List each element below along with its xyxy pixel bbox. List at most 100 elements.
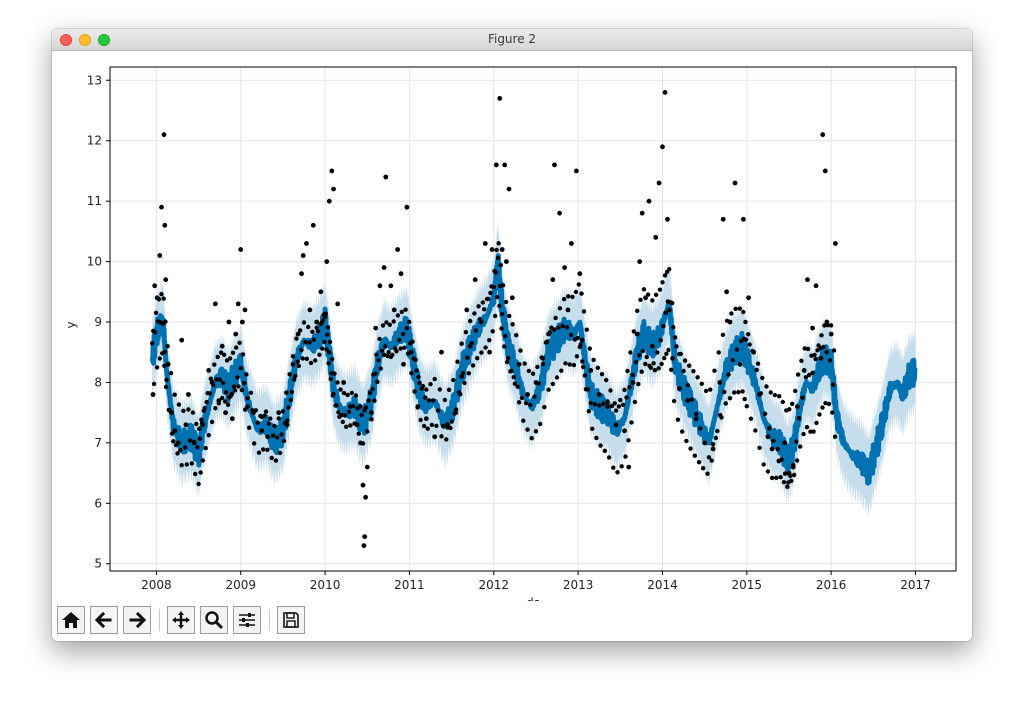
data-point [219, 343, 225, 349]
back-button[interactable] [90, 606, 118, 634]
data-point [726, 372, 731, 377]
data-point [366, 398, 371, 403]
data-point [499, 326, 504, 331]
data-point [235, 375, 240, 380]
data-point [507, 313, 512, 319]
x-axis-ticks: 2008 2009 2010 2011 2012 2013 2014 2015 2016 2017 [141, 571, 931, 592]
data-point [720, 216, 726, 222]
data-point [154, 365, 160, 370]
data-point [591, 357, 596, 363]
data-point [460, 370, 466, 376]
data-point [179, 463, 184, 468]
data-point [663, 310, 668, 315]
data-point [813, 356, 818, 362]
data-point [290, 354, 296, 359]
data-point [827, 358, 833, 363]
data-point [182, 445, 188, 450]
data-point [183, 422, 189, 428]
data-point [822, 168, 828, 174]
data-point [692, 453, 697, 458]
data-point [504, 259, 509, 264]
data-point [829, 323, 834, 328]
save-button[interactable] [277, 606, 305, 634]
data-point [722, 389, 727, 395]
data-point [746, 332, 751, 337]
data-point [372, 398, 377, 403]
data-point [338, 387, 343, 392]
data-point [225, 402, 231, 407]
data-point [821, 344, 826, 350]
data-point [320, 346, 325, 351]
data-point [238, 366, 243, 371]
data-point [633, 359, 639, 365]
data-point [618, 397, 623, 403]
data-point [498, 262, 503, 268]
data-point [651, 361, 656, 366]
data-point [598, 443, 603, 448]
data-point [685, 383, 690, 388]
data-point [765, 469, 771, 474]
data-point [575, 335, 580, 341]
data-point [791, 462, 796, 468]
data-point [482, 307, 487, 312]
data-point [313, 358, 318, 363]
x-tick-label: 2014 [647, 578, 678, 592]
data-point [223, 410, 229, 416]
data-point [186, 392, 191, 397]
data-point [724, 318, 730, 323]
forward-button[interactable] [123, 606, 151, 634]
data-point [606, 455, 612, 460]
data-point [322, 339, 327, 345]
data-point [635, 308, 640, 313]
data-point [377, 283, 383, 289]
data-point [151, 381, 157, 387]
data-point [410, 339, 415, 344]
data-point [377, 336, 382, 342]
data-point [708, 387, 713, 392]
data-point [402, 345, 407, 350]
data-point [367, 390, 373, 396]
data-point [658, 338, 663, 343]
data-point [173, 442, 179, 448]
data-point [799, 358, 804, 363]
data-point [562, 265, 567, 270]
data-point [538, 421, 543, 427]
data-point [545, 339, 550, 344]
x-tick-label: 2008 [141, 578, 172, 592]
data-point [574, 354, 580, 359]
data-point [373, 325, 379, 331]
data-point [243, 407, 248, 412]
data-point [616, 404, 622, 409]
data-point [265, 447, 270, 452]
zoom-button[interactable] [200, 606, 228, 634]
data-point [646, 198, 652, 204]
data-point [388, 283, 394, 289]
data-point [290, 361, 296, 367]
data-point [691, 369, 696, 374]
data-point [703, 388, 709, 394]
data-point [779, 457, 784, 462]
data-point [221, 380, 226, 386]
pan-button[interactable] [167, 606, 195, 634]
data-point [407, 319, 412, 325]
data-point [594, 435, 599, 441]
data-point [161, 296, 166, 301]
data-point [240, 319, 245, 325]
data-point [351, 403, 356, 409]
home-button[interactable] [57, 606, 85, 634]
configure-subplots-button[interactable] [233, 606, 261, 634]
data-point [425, 426, 430, 431]
data-point [528, 402, 533, 408]
data-point [812, 352, 817, 358]
data-point [222, 399, 228, 404]
data-point [579, 291, 584, 296]
data-point [792, 472, 797, 478]
data-point [723, 401, 728, 406]
data-point [502, 344, 507, 349]
data-point [459, 341, 464, 346]
data-point [717, 380, 723, 385]
data-point [326, 361, 331, 366]
data-point [253, 408, 259, 413]
data-point [769, 475, 775, 481]
data-point [191, 439, 197, 445]
